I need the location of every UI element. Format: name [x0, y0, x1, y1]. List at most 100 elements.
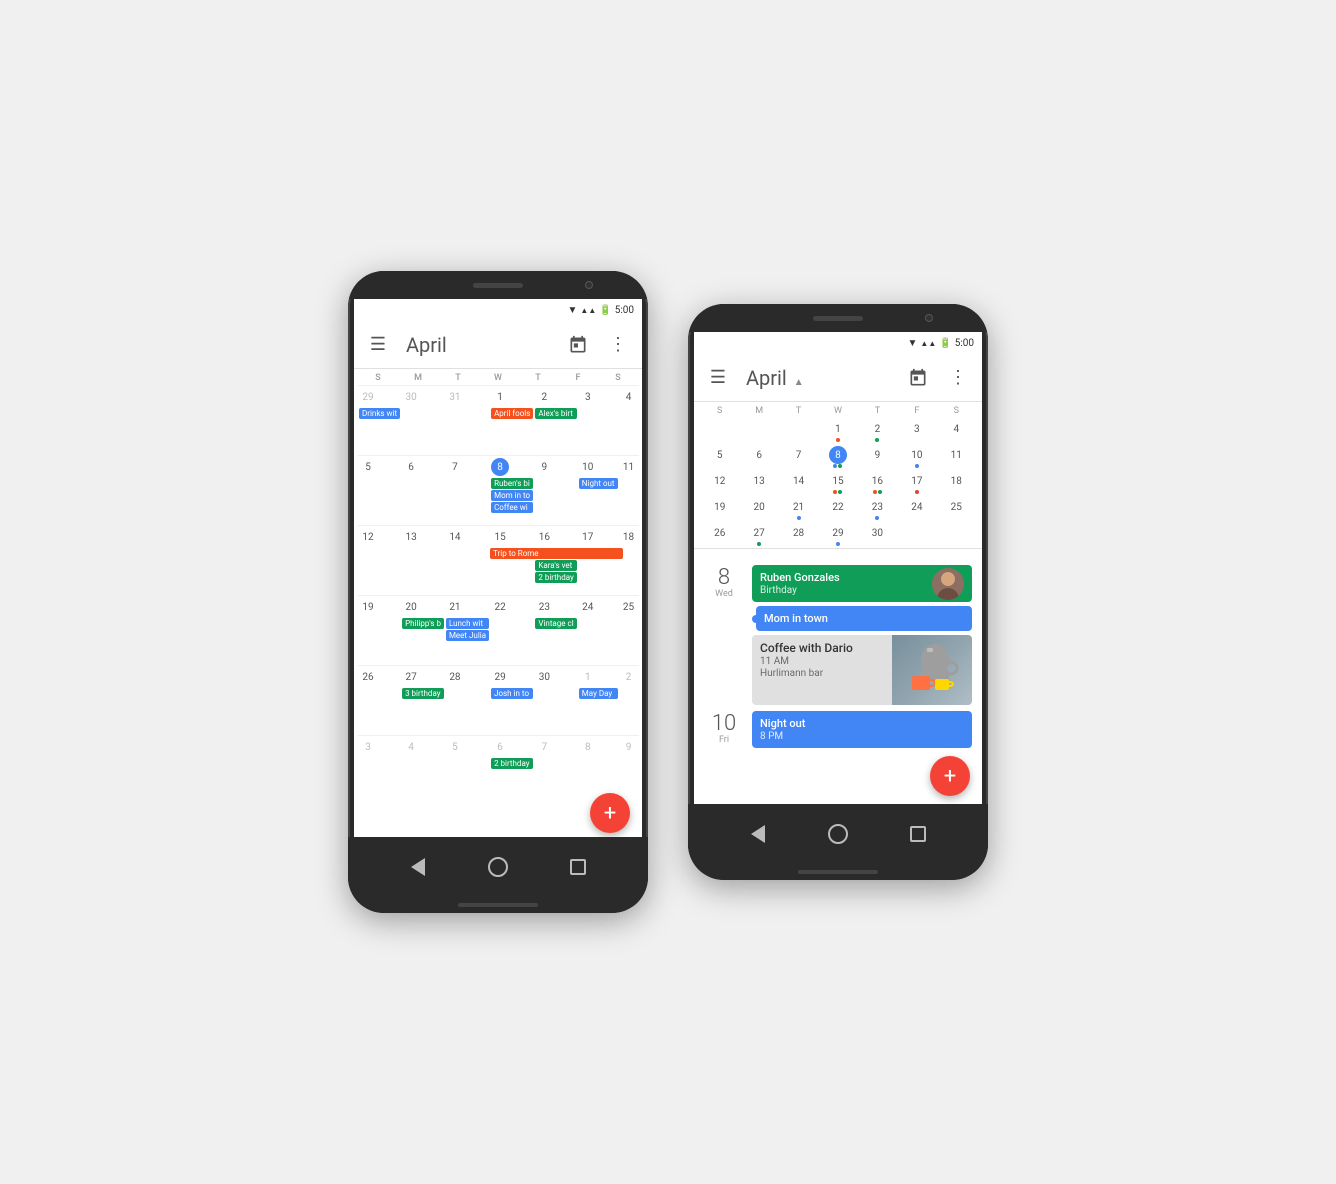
- event-coffee-sched[interactable]: Coffee with Dario 11 AM Hurlimann bar: [752, 635, 972, 705]
- mini-day-27[interactable]: 27: [739, 522, 778, 548]
- cal-day-11[interactable]: 11: [619, 455, 639, 525]
- event-mom-sched[interactable]: Mom in town: [756, 606, 972, 631]
- mini-day-15[interactable]: 15: [818, 470, 857, 496]
- cal-day-12[interactable]: 12: [358, 525, 401, 595]
- event-vintage[interactable]: Vintage cl: [535, 618, 576, 629]
- cal-day-16[interactable]: 16 Kara's vet 2 birthday: [534, 525, 577, 595]
- mini-day-21[interactable]: 21: [779, 496, 818, 522]
- calendar-icon-1[interactable]: [562, 329, 594, 361]
- cal-day-9-may[interactable]: 9: [619, 735, 639, 805]
- cal-day-29-mar[interactable]: 29 Drinks wit: [358, 385, 401, 455]
- mini-day-28[interactable]: 28: [779, 522, 818, 548]
- mini-day-11[interactable]: 11: [937, 444, 976, 470]
- cal-day-17[interactable]: 17: [578, 525, 619, 595]
- cal-day-15[interactable]: 15 Trip to Rome: [490, 525, 534, 595]
- cal-day-6[interactable]: 6: [401, 455, 445, 525]
- mini-day-24[interactable]: 24: [897, 496, 936, 522]
- cal-day-20[interactable]: 20 Philipp's b: [401, 595, 445, 665]
- menu-icon-2[interactable]: ☰: [702, 362, 734, 394]
- home-button-2[interactable]: [827, 823, 849, 845]
- mini-day-1[interactable]: 1: [818, 418, 857, 444]
- fab-button-2[interactable]: +: [930, 756, 970, 796]
- cal-day-27[interactable]: 27 3 birthday: [401, 665, 445, 735]
- cal-day-8[interactable]: 8 Ruben's bi Mom in to Coffee wi: [490, 455, 534, 525]
- mini-day-2[interactable]: 2: [858, 418, 897, 444]
- cal-day-23[interactable]: 23 Vintage cl: [534, 595, 577, 665]
- event-night-out-sched[interactable]: Night out 8 PM: [752, 711, 972, 748]
- cal-day-5-may[interactable]: 5: [445, 735, 490, 805]
- cal-day-7[interactable]: 7: [445, 455, 490, 525]
- mini-day-3[interactable]: 3: [897, 418, 936, 444]
- event-2bday[interactable]: 2 birthday: [535, 572, 576, 583]
- mini-day-17[interactable]: 17: [897, 470, 936, 496]
- cal-day-3[interactable]: 3: [578, 385, 619, 455]
- mini-day-10[interactable]: 10: [897, 444, 936, 470]
- mini-day-13[interactable]: 13: [739, 470, 778, 496]
- mini-day-8[interactable]: 8: [818, 444, 857, 470]
- cal-day-2-may[interactable]: 2: [619, 665, 639, 735]
- cal-day-25[interactable]: 25: [619, 595, 639, 665]
- mini-day-18[interactable]: 18: [937, 470, 976, 496]
- event-philipp[interactable]: Philipp's b: [402, 618, 444, 629]
- mini-day-30[interactable]: 30: [858, 522, 897, 548]
- mini-day-26[interactable]: 26: [700, 522, 739, 548]
- mini-day-19[interactable]: 19: [700, 496, 739, 522]
- event-lunch[interactable]: Lunch wit: [446, 618, 489, 629]
- recents-button-2[interactable]: [907, 823, 929, 845]
- back-button-2[interactable]: [747, 823, 769, 845]
- cal-day-22[interactable]: 22: [490, 595, 534, 665]
- event-alex-bday[interactable]: Alex's birt: [535, 408, 576, 419]
- cal-day-13[interactable]: 13: [401, 525, 445, 595]
- cal-day-31-mar[interactable]: 31: [445, 385, 490, 455]
- event-kara[interactable]: Kara's vet: [535, 560, 576, 571]
- mini-day-5[interactable]: 5: [700, 444, 739, 470]
- cal-day-30-mar[interactable]: 30: [401, 385, 445, 455]
- mini-day-14[interactable]: 14: [779, 470, 818, 496]
- cal-day-4[interactable]: 4: [619, 385, 639, 455]
- more-icon-2[interactable]: ⋮: [942, 362, 974, 394]
- mini-day-12[interactable]: 12: [700, 470, 739, 496]
- event-2bday-may[interactable]: 2 birthday: [491, 758, 533, 769]
- cal-day-4-may[interactable]: 4: [401, 735, 445, 805]
- event-3bday[interactable]: 3 birthday: [402, 688, 444, 699]
- mini-day-4[interactable]: 4: [937, 418, 976, 444]
- mini-day-16[interactable]: 16: [858, 470, 897, 496]
- event-josh[interactable]: Josh in to: [491, 688, 533, 699]
- event-rome[interactable]: Trip to Rome: [490, 548, 623, 559]
- menu-icon-1[interactable]: ☰: [362, 329, 394, 361]
- mini-day-20[interactable]: 20: [739, 496, 778, 522]
- calendar-icon-2[interactable]: [902, 362, 934, 394]
- cal-day-10[interactable]: 10 Night out: [578, 455, 619, 525]
- event-mayday[interactable]: May Day: [579, 688, 618, 699]
- mini-day-23[interactable]: 23: [858, 496, 897, 522]
- event-ruben-sched[interactable]: Ruben Gonzales Birthday: [752, 565, 972, 602]
- back-button-1[interactable]: [407, 856, 429, 878]
- event-ruben[interactable]: Ruben's bi: [491, 478, 533, 489]
- cal-day-19[interactable]: 19: [358, 595, 401, 665]
- mini-day-7[interactable]: 7: [779, 444, 818, 470]
- cal-day-26[interactable]: 26: [358, 665, 401, 735]
- cal-day-5[interactable]: 5: [358, 455, 401, 525]
- cal-day-7-may[interactable]: 7: [534, 735, 577, 805]
- cal-day-14[interactable]: 14: [445, 525, 490, 595]
- cal-day-18[interactable]: 18: [619, 525, 639, 595]
- event-mom[interactable]: Mom in to: [491, 490, 533, 501]
- event-drinks[interactable]: Drinks wit: [359, 408, 400, 419]
- recents-button-1[interactable]: [567, 856, 589, 878]
- home-button-1[interactable]: [487, 856, 509, 878]
- mini-day-25[interactable]: 25: [937, 496, 976, 522]
- cal-day-21[interactable]: 21 Lunch wit Meet Julia: [445, 595, 490, 665]
- mini-day-22[interactable]: 22: [818, 496, 857, 522]
- cal-day-28[interactable]: 28: [445, 665, 490, 735]
- event-julia[interactable]: Meet Julia: [446, 630, 489, 641]
- arrow-icon-2[interactable]: ▲: [794, 377, 804, 388]
- event-april-fools[interactable]: April fools: [491, 408, 533, 419]
- mini-day-6[interactable]: 6: [739, 444, 778, 470]
- cal-day-2[interactable]: 2 Alex's birt: [534, 385, 577, 455]
- cal-day-30[interactable]: 30: [534, 665, 577, 735]
- more-icon-1[interactable]: ⋮: [602, 329, 634, 361]
- cal-day-24[interactable]: 24: [578, 595, 619, 665]
- event-night-out[interactable]: Night out: [579, 478, 618, 489]
- cal-day-1-may[interactable]: 1 May Day: [578, 665, 619, 735]
- cal-day-9[interactable]: 9: [534, 455, 577, 525]
